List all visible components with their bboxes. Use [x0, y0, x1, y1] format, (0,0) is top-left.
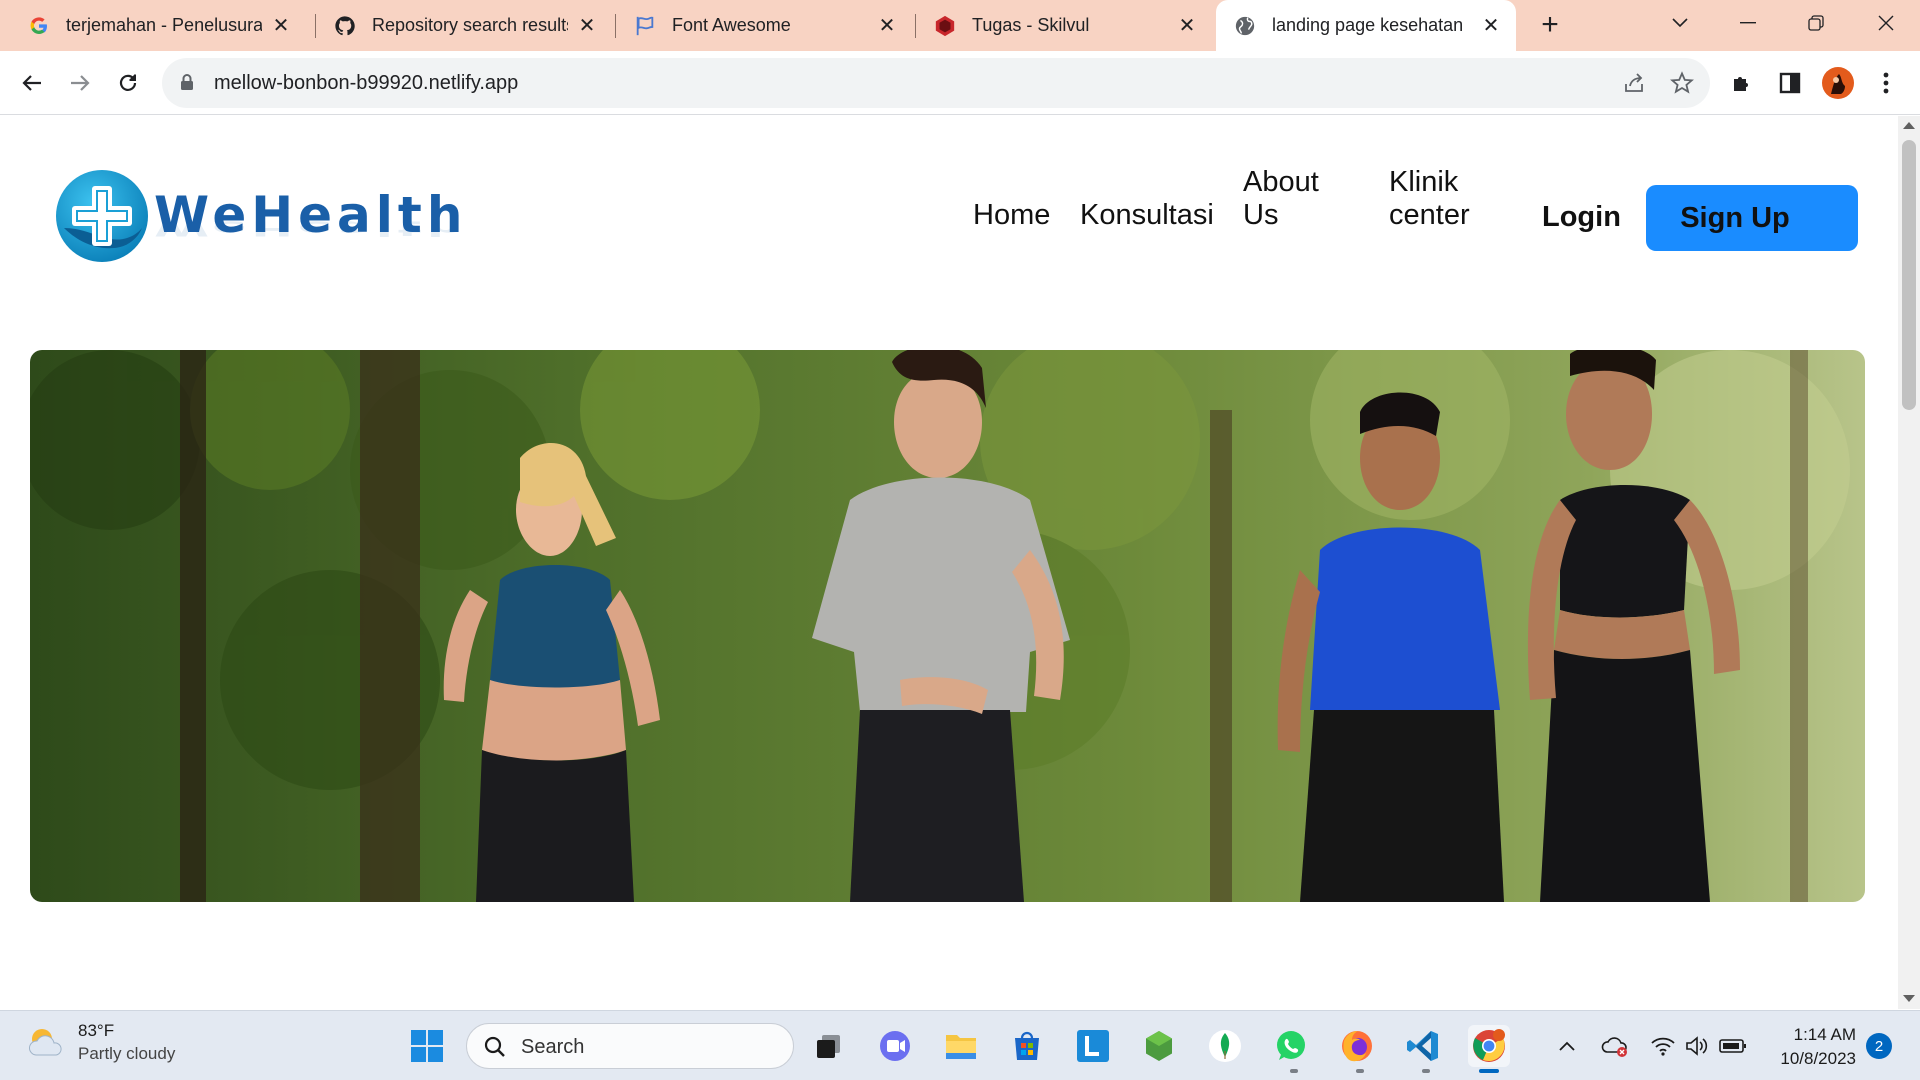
tab-title: Repository search results [372, 15, 568, 35]
address-bar[interactable]: mellow-bonbon-b99920.netlify.app [162, 58, 1710, 108]
app-running-indicator [1356, 1069, 1364, 1073]
close-icon[interactable]: ✕ [270, 15, 292, 37]
nav-klinik-center[interactable]: Klinik center [1389, 166, 1470, 232]
forward-button[interactable] [62, 65, 98, 101]
search-placeholder: Search [521, 1036, 585, 1058]
nav-klinik-line2: center [1389, 199, 1470, 231]
nav-about-us[interactable]: About Us [1243, 166, 1319, 232]
nav-about-line1: About [1243, 166, 1319, 198]
close-icon[interactable]: ✕ [1176, 15, 1198, 37]
restore-button[interactable] [1792, 8, 1840, 38]
tab-strip: terjemahan - Penelusuran ✕ Repository se… [0, 0, 1920, 51]
login-button[interactable]: Login [1542, 201, 1621, 234]
whatsapp-icon[interactable] [1270, 1025, 1312, 1067]
close-icon[interactable]: ✕ [1480, 15, 1502, 37]
tray-overflow-chevron-icon[interactable] [1552, 1031, 1582, 1061]
firefox-icon[interactable] [1336, 1025, 1378, 1067]
logo-reflection: WeHealth [154, 216, 468, 240]
scroll-up-arrow-icon[interactable] [1903, 122, 1915, 129]
nav-about-line2: Us [1243, 199, 1279, 231]
scrollbar-thumb[interactable] [1902, 140, 1916, 410]
windows-start-icon[interactable] [406, 1025, 448, 1067]
app-active-indicator [1479, 1069, 1499, 1073]
back-button[interactable] [14, 65, 50, 101]
weather-temperature: 83°F [78, 1021, 115, 1040]
mongodb-compass-icon[interactable] [1204, 1025, 1246, 1067]
font-awesome-flag-icon [634, 15, 656, 37]
volume-icon[interactable] [1682, 1031, 1712, 1061]
task-view-icon[interactable] [808, 1025, 850, 1067]
reload-button[interactable] [110, 65, 146, 101]
wehealth-logo[interactable]: WeHealth WeHealth [54, 168, 467, 268]
bookmark-star-icon[interactable] [1670, 71, 1696, 97]
file-explorer-icon[interactable] [940, 1025, 982, 1067]
nav-home[interactable]: Home [973, 184, 1050, 232]
share-icon[interactable] [1622, 71, 1648, 97]
minimize-button[interactable] [1724, 8, 1772, 38]
tab-github[interactable]: Repository search results ✕ [306, 0, 612, 51]
web-page: WeHealth WeHealth Home Konsultasi About … [0, 116, 1898, 1009]
notification-badge[interactable]: 2 [1866, 1033, 1892, 1059]
partly-cloudy-icon [29, 1028, 62, 1055]
nodejs-icon[interactable] [1138, 1025, 1180, 1067]
vscode-icon[interactable] [1402, 1025, 1444, 1067]
google-icon [28, 15, 50, 37]
teams-chat-icon[interactable] [874, 1025, 916, 1067]
clock-date: 10/8/2023 [1780, 1049, 1856, 1068]
globe-icon [1234, 15, 1256, 37]
tab-title: Tugas - Skilvul [972, 15, 1090, 35]
onedrive-offline-icon[interactable] [1600, 1031, 1630, 1061]
taskbar-clock[interactable]: 1:14 AM 10/8/2023 [1764, 1023, 1856, 1071]
signup-button[interactable]: Sign Up [1646, 185, 1858, 251]
wifi-icon[interactable] [1648, 1031, 1678, 1061]
extensions-puzzle-icon[interactable] [1724, 65, 1760, 101]
skilvul-icon [934, 15, 956, 37]
battery-icon[interactable] [1718, 1031, 1748, 1061]
tab-font-awesome[interactable]: Font Awesome ✕ [606, 0, 912, 51]
lens-l-app-icon[interactable] [1072, 1025, 1114, 1067]
side-panel-icon[interactable] [1772, 65, 1808, 101]
clock-time: 1:14 AM [1793, 1025, 1856, 1044]
tab-title: landing page kesehatan [1272, 15, 1464, 35]
tab-search-chevron-icon[interactable] [1656, 8, 1704, 38]
hero-runners-illustration [30, 350, 1865, 902]
hero-image [30, 350, 1865, 902]
tab-google-search[interactable]: terjemahan - Penelusuran ✕ [0, 0, 306, 51]
nav-konsultasi[interactable]: Konsultasi [1080, 184, 1214, 232]
tab-landing-page[interactable]: landing page kesehatan ✕ [1216, 0, 1516, 51]
tab-title: Font Awesome [672, 15, 791, 35]
weather-condition: Partly cloudy [78, 1044, 176, 1063]
close-icon[interactable]: ✕ [876, 15, 898, 37]
tab-title: terjemahan - Penelusuran [66, 15, 262, 35]
app-running-indicator [1290, 1069, 1298, 1073]
search-icon [483, 1035, 507, 1064]
kebab-menu-icon[interactable] [1868, 65, 1904, 101]
scroll-down-arrow-icon[interactable] [1903, 995, 1915, 1002]
profile-avatar[interactable] [1820, 65, 1856, 101]
url-text[interactable]: mellow-bonbon-b99920.netlify.app [214, 72, 518, 95]
chrome-icon[interactable] [1468, 1025, 1510, 1067]
window-close-button[interactable] [1862, 8, 1910, 38]
close-icon[interactable]: ✕ [576, 15, 598, 37]
nav-klinik-line1: Klinik [1389, 166, 1459, 198]
medical-cross-logo-icon [56, 170, 148, 262]
browser-toolbar: mellow-bonbon-b99920.netlify.app [0, 51, 1920, 115]
windows-taskbar: 83°F Partly cloudy Search 1:14 AM 10/8/2… [0, 1010, 1920, 1080]
tab-skilvul[interactable]: Tugas - Skilvul ✕ [906, 0, 1212, 51]
app-running-indicator [1422, 1069, 1430, 1073]
taskbar-search[interactable]: Search [466, 1023, 794, 1069]
weather-widget[interactable]: 83°F Partly cloudy [26, 1021, 175, 1064]
github-icon [334, 15, 356, 37]
lock-icon[interactable] [180, 73, 194, 96]
microsoft-store-icon[interactable] [1006, 1025, 1048, 1067]
new-tab-button[interactable]: + [1534, 10, 1566, 42]
vertical-scrollbar[interactable] [1898, 116, 1920, 1009]
